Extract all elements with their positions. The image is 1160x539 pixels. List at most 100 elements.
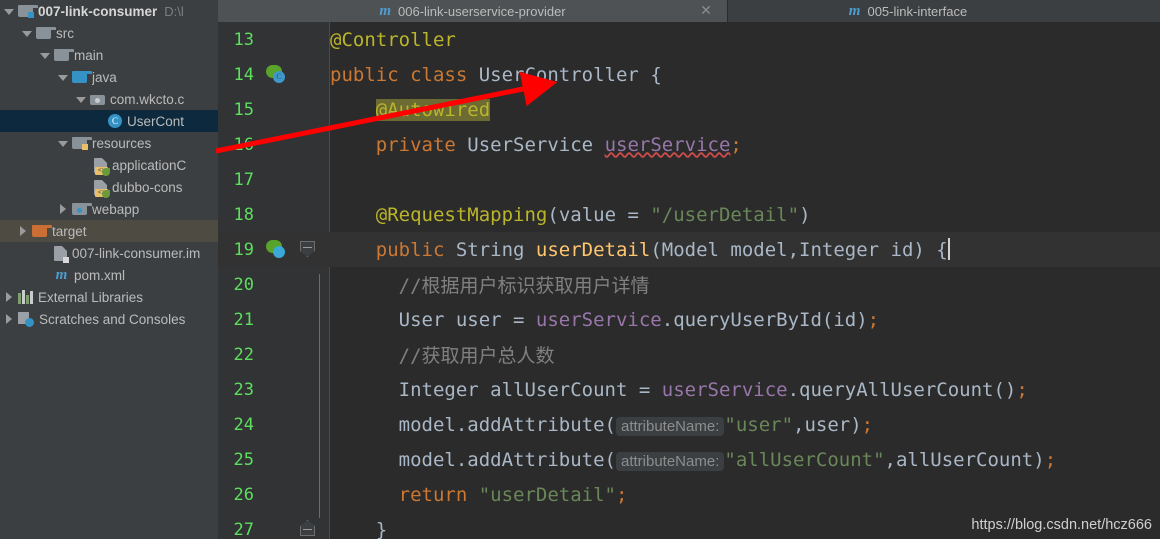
code-token-annotation: @RequestMapping [375, 203, 548, 226]
chevron-right-icon[interactable] [18, 225, 29, 237]
gutter-icon-area[interactable] [260, 267, 330, 302]
code-token-field: userService [661, 378, 788, 401]
code-token-args: ,allUserCount) [884, 448, 1045, 471]
line-number: 23 [233, 379, 254, 400]
project-tree-panel[interactable]: 007-link-consumer D:\l src main java com… [0, 0, 218, 539]
spring-bean-icon[interactable] [266, 240, 285, 258]
code-line-26[interactable]: 26 return "userDetail"; [218, 477, 1160, 512]
tree-item-label: dubbo-cons [112, 179, 183, 195]
chevron-down-icon[interactable] [4, 6, 15, 17]
folder-icon [36, 27, 56, 39]
editor-tab-006-link-userservice-provider[interactable]: m 006-link-userservice-provider ✕ [218, 0, 728, 22]
gutter-icon-area[interactable] [260, 162, 330, 197]
code-token-string: "/userDetail" [650, 203, 800, 226]
line-number: 14 [233, 64, 254, 85]
code-line-21[interactable]: 21 User user = userService.queryUserById… [218, 302, 1160, 337]
gutter-icon-area[interactable] [260, 232, 330, 267]
code-token-brace: { [638, 63, 662, 86]
code-token-paren: ( [547, 203, 559, 226]
tab-label: 005-link-interface [867, 3, 968, 19]
chevron-right-icon[interactable] [58, 203, 69, 215]
code-line-14[interactable]: 14 C public class UserController { [218, 57, 1160, 92]
chevron-right-icon[interactable] [4, 291, 15, 303]
code-token-type: String [455, 239, 536, 261]
code-token-semicolon: ; [1044, 448, 1057, 471]
tree-item-external-libraries[interactable]: External Libraries [0, 286, 218, 308]
tree-item-label: java [92, 69, 117, 85]
tree-item-iml-file[interactable]: 007-link-consumer.im [0, 242, 218, 264]
line-number: 15 [233, 99, 254, 120]
fold-collapse-icon[interactable] [300, 241, 315, 257]
tree-item-usercontroller[interactable]: C UserCont [0, 110, 218, 132]
code-line-15[interactable]: 15 @Autowired [218, 92, 1160, 127]
line-number: 13 [233, 29, 254, 50]
gutter-icon-area[interactable] [260, 442, 330, 477]
tree-item-main[interactable]: main [0, 44, 218, 66]
code-line-22[interactable]: 22 //获取用户总人数 [218, 337, 1160, 372]
tree-item-resources[interactable]: resources [0, 132, 218, 154]
code-line-25[interactable]: 25 model.addAttribute(attributeName: "all… [218, 442, 1160, 477]
code-line-23[interactable]: 23 Integer allUserCount = userService.qu… [218, 372, 1160, 407]
maven-m-icon: m [379, 2, 392, 19]
spring-bean-icon[interactable]: C [266, 65, 285, 83]
code-line-13[interactable]: 13 @Controller [218, 22, 1160, 57]
chevron-placeholder-icon [80, 182, 91, 193]
code-text: //获取用户总人数 [330, 341, 1160, 368]
code-token-keyword: return [398, 483, 479, 506]
tree-item-label: 007-link-consumer [38, 3, 158, 19]
chevron-down-icon[interactable] [76, 94, 87, 105]
close-icon[interactable]: ✕ [699, 3, 713, 17]
maven-m-icon: m [848, 2, 861, 19]
tree-item-label: webapp [92, 201, 140, 217]
code-text: User user = userService.queryUserById(id… [330, 309, 1160, 331]
line-number: 25 [233, 449, 254, 470]
gutter-icon-area[interactable] [260, 92, 330, 127]
gutter-icon-area[interactable] [260, 512, 330, 539]
chevron-down-icon[interactable] [58, 138, 69, 149]
gutter-icon-area[interactable] [260, 197, 330, 232]
code-line-20[interactable]: 20 //根据用户标识获取用户详情 [218, 267, 1160, 302]
line-number: 22 [233, 344, 254, 365]
chevron-down-icon[interactable] [40, 50, 51, 61]
tree-item-package[interactable]: com.wkcto.c [0, 88, 218, 110]
chevron-down-icon[interactable] [22, 28, 33, 39]
tree-item-webapp[interactable]: webapp [0, 198, 218, 220]
gutter-icon-area[interactable] [260, 302, 330, 337]
tree-item-project-root[interactable]: 007-link-consumer D:\l [0, 0, 218, 22]
code-line-16[interactable]: 16 private UserService userService; [218, 127, 1160, 162]
gutter-icon-area[interactable]: C [260, 57, 330, 92]
code-line-24[interactable]: 24 model.addAttribute(attributeName: "use… [218, 407, 1160, 442]
parameter-hint: attributeName: [615, 451, 725, 471]
gutter-icon-area[interactable] [260, 477, 330, 512]
editor-tab-005-link-interface[interactable]: m 005-link-interface [728, 0, 1088, 22]
line-number: 21 [233, 309, 254, 330]
tab-label: 006-link-userservice-provider [398, 3, 566, 19]
code-token-keyword: public [375, 239, 456, 261]
gutter-icon-area[interactable] [260, 337, 330, 372]
tree-item-applicationcontext-xml[interactable]: <> applicationC [0, 154, 218, 176]
ide-window: 007-link-consumer D:\l src main java com… [0, 0, 1160, 539]
text-caret [947, 238, 950, 260]
tree-item-java[interactable]: java [0, 66, 218, 88]
tree-item-pom-xml[interactable]: m pom.xml [0, 264, 218, 286]
gutter-icon-area[interactable] [260, 22, 330, 57]
code-line-17[interactable]: 17 [218, 162, 1160, 197]
gutter-icon-area[interactable] [260, 127, 330, 162]
chevron-down-icon[interactable] [58, 72, 69, 83]
editor-tab-bar[interactable]: m 006-link-userservice-provider ✕ m 005-… [218, 0, 1160, 22]
code-text: model.addAttribute(attributeName: "user",… [330, 414, 1160, 436]
gutter-icon-area[interactable] [260, 407, 330, 442]
chevron-right-icon[interactable] [4, 313, 15, 325]
line-number: 16 [233, 134, 254, 155]
code-line-19[interactable]: 19 public String userDetail(Model model,… [218, 232, 1160, 267]
tree-item-target[interactable]: target [0, 220, 218, 242]
fold-end-icon[interactable] [300, 520, 315, 536]
code-editor[interactable]: 13 @Controller 14 C public class UserCon… [218, 22, 1160, 539]
tree-item-dubbo-consumer-xml[interactable]: <> dubbo-cons [0, 176, 218, 198]
code-line-18[interactable]: 18 @RequestMapping(value = "/userDetail"… [218, 197, 1160, 232]
tree-item-scratches-and-consoles[interactable]: Scratches and Consoles [0, 308, 218, 330]
folder-icon [54, 49, 74, 61]
module-folder-icon [18, 5, 38, 18]
tree-item-src[interactable]: src [0, 22, 218, 44]
gutter-icon-area[interactable] [260, 372, 330, 407]
